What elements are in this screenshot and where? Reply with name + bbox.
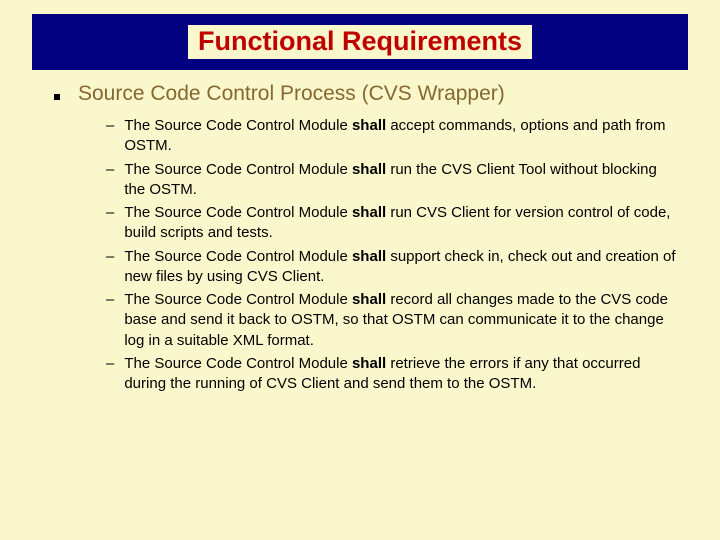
main-heading: Source Code Control Process (CVS Wrapper… xyxy=(78,82,505,106)
list-item: –The Source Code Control Module shall re… xyxy=(106,354,680,395)
list-item-text: The Source Code Control Module shall sup… xyxy=(124,247,680,288)
dash-icon: – xyxy=(106,354,114,395)
list-item: –The Source Code Control Module shall re… xyxy=(106,290,680,351)
dash-icon: – xyxy=(106,160,114,201)
sub-list: –The Source Code Control Module shall ac… xyxy=(106,116,680,394)
list-item: –The Source Code Control Module shall su… xyxy=(106,247,680,288)
list-item-text: The Source Code Control Module shall ret… xyxy=(124,354,680,395)
list-item: –The Source Code Control Module shall ru… xyxy=(106,203,680,244)
slide-title: Functional Requirements xyxy=(188,25,532,59)
list-item: –The Source Code Control Module shall ac… xyxy=(106,116,680,157)
dash-icon: – xyxy=(106,247,114,288)
list-item-text: The Source Code Control Module shall rec… xyxy=(124,290,680,351)
dash-icon: – xyxy=(106,203,114,244)
bullet-dot-icon xyxy=(54,94,60,100)
dash-icon: – xyxy=(106,116,114,157)
list-item: –The Source Code Control Module shall ru… xyxy=(106,160,680,201)
main-bullet: Source Code Control Process (CVS Wrapper… xyxy=(54,82,680,106)
content-area: Source Code Control Process (CVS Wrapper… xyxy=(54,82,680,397)
list-item-text: The Source Code Control Module shall run… xyxy=(124,160,680,201)
dash-icon: – xyxy=(106,290,114,351)
list-item-text: The Source Code Control Module shall acc… xyxy=(124,116,680,157)
title-bar: Functional Requirements xyxy=(32,14,688,70)
list-item-text: The Source Code Control Module shall run… xyxy=(124,203,680,244)
